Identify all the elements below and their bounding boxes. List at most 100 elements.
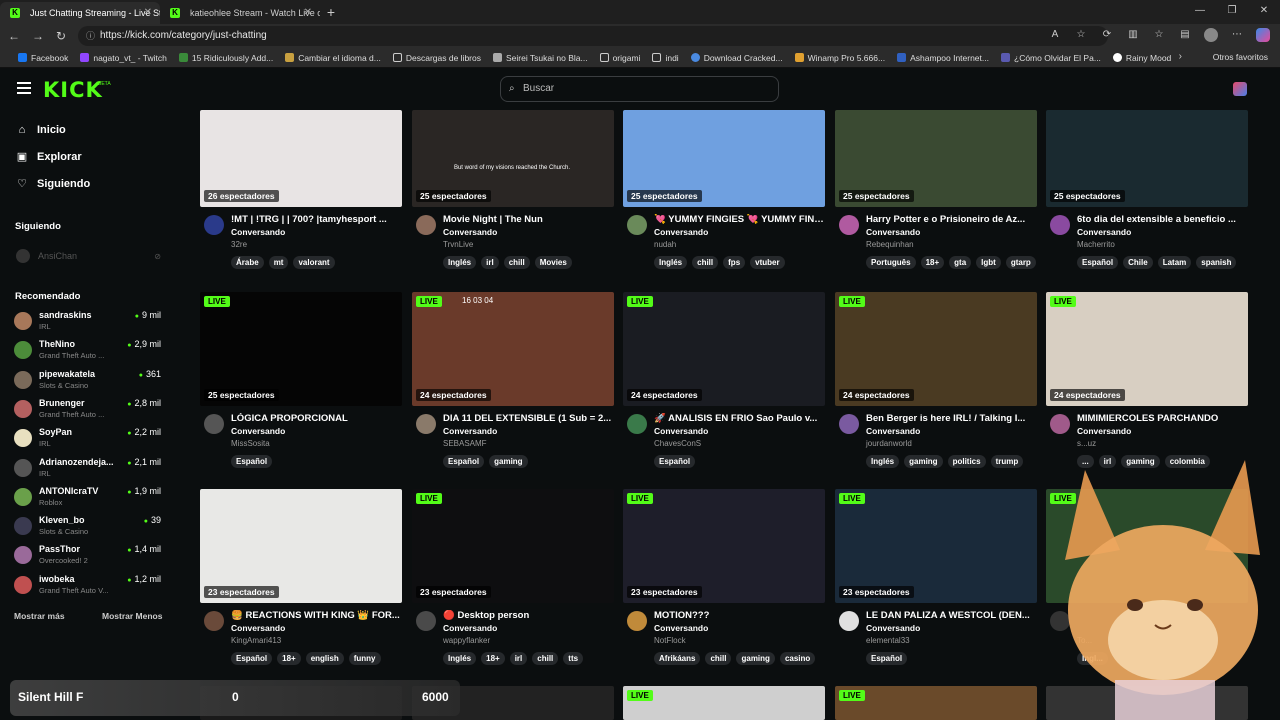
stream-thumbnail[interactable]: 23 espectadores [200, 489, 402, 603]
stream-thumbnail[interactable]: 25 espectadores [835, 110, 1037, 207]
stream-category[interactable]: Conversando [654, 623, 708, 633]
tag-chip[interactable]: 18+ [481, 652, 505, 665]
close-tab-icon[interactable]: ✕ [304, 2, 312, 24]
stream-title[interactable]: LE DAN PALIZA A WESTCOL (DEN... [866, 610, 1038, 621]
menu-icon[interactable] [17, 82, 31, 94]
tag-chip[interactable]: fps [723, 256, 746, 269]
bookmark-item[interactable]: 15 Ridiculously Add... [173, 53, 279, 63]
nav-home[interactable]: ⌂ Inicio [16, 124, 66, 136]
favorites-icon[interactable]: ☆ [1152, 28, 1166, 42]
other-bookmarks[interactable]: Otros favoritos [1213, 52, 1268, 62]
tag-chip[interactable]: casino [779, 652, 816, 665]
avatar[interactable] [204, 414, 224, 434]
tag-chip[interactable]: trump [990, 455, 1024, 468]
maximize-icon[interactable]: ❐ [1216, 0, 1248, 22]
stream-title[interactable]: 🍔 REACTIONS WITH KING 👑 FOR... [231, 610, 403, 621]
url-field[interactable]: ⓘ https://kick.com/category/just-chattin… [78, 26, 1108, 46]
show-more-button[interactable]: Mostrar más [14, 611, 65, 621]
stream-thumbnail[interactable]: LIVE 24 espectadores [1046, 292, 1248, 406]
avatar[interactable] [627, 611, 647, 631]
bookmark-item[interactable]: nagato_vt_ - Twitch [74, 53, 173, 63]
tag-chip[interactable]: gtarp [1005, 256, 1036, 269]
tag-chip[interactable]: chill [705, 652, 732, 665]
recommended-channel[interactable]: Kleven_boSlots & Casino 39 [14, 515, 164, 541]
stream-thumbnail[interactable]: LIVE 24 espectadores [623, 292, 825, 406]
stream-thumbnail[interactable]: LIVE 24 espectadores [835, 292, 1037, 406]
stream-title[interactable]: Movie Night | The Nun [443, 214, 615, 225]
tag-chip[interactable]: chill [532, 652, 559, 665]
reload-icon[interactable]: ↻ [53, 28, 69, 44]
tag-chip[interactable]: Inglés [866, 455, 900, 468]
stream-category[interactable]: Conversando [1077, 227, 1131, 237]
avatar[interactable] [839, 414, 859, 434]
tag-chip[interactable]: chill [692, 256, 719, 269]
tag-chip[interactable]: Árabe [231, 256, 264, 269]
stream-title[interactable]: 6to dia del extensible a beneficio ... [1077, 214, 1249, 225]
bookmark-item[interactable]: Winamp Pro 5.666... [789, 53, 891, 63]
recommended-channel[interactable]: BrunengerGrand Theft Auto ... 2,8 mil [14, 398, 164, 424]
minimize-icon[interactable]: — [1184, 0, 1216, 22]
tag-chip[interactable]: gaming [489, 455, 528, 468]
avatar[interactable] [839, 215, 859, 235]
bookmark-item[interactable]: Facebook [12, 53, 74, 63]
stream-category[interactable]: Conversando [1077, 426, 1131, 436]
avatar[interactable] [1050, 215, 1070, 235]
streamer-name[interactable]: nudah [654, 240, 676, 249]
avatar[interactable] [416, 414, 436, 434]
avatar[interactable] [204, 215, 224, 235]
streamer-name[interactable]: MissSosita [231, 439, 270, 448]
bookmark-item[interactable]: ¿Cómo Olvidar El Pa... [995, 53, 1107, 63]
stream-thumbnail[interactable]: LIVE 23 espectadores [412, 489, 614, 603]
avatar[interactable] [1050, 414, 1070, 434]
stream-category[interactable]: Conversando [866, 227, 920, 237]
stream-category[interactable]: Conversando [231, 227, 285, 237]
following-channel[interactable]: AnsiChan ⊘ [16, 248, 166, 264]
streamer-name[interactable]: TrvnLive [443, 240, 473, 249]
bookmark-item[interactable]: Ashampoo Internet... [891, 53, 995, 63]
forward-icon[interactable]: → [30, 28, 46, 44]
browser-tab[interactable]: K katieohlee Stream - Watch Live o ✕ [160, 2, 320, 24]
bookmark-item[interactable]: Download Cracked... [685, 53, 789, 63]
streamer-name[interactable]: Rebequinhan [866, 240, 914, 249]
tag-chip[interactable]: Movies [534, 256, 572, 269]
profile-avatar[interactable] [1204, 28, 1218, 42]
stream-title[interactable]: MOTION??? [654, 610, 826, 621]
stream-title[interactable]: !MT | !TRG | | 700? |tamyhesport ... [231, 214, 403, 225]
split-screen-icon[interactable]: ▥ [1126, 28, 1140, 42]
stream-title[interactable]: Ben Berger is here IRL! / Talking I... [866, 413, 1038, 424]
bookmark-item[interactable]: Descargas de libros [387, 53, 487, 63]
streamer-name[interactable]: elemental33 [866, 636, 910, 645]
streamer-name[interactable]: ChavesConS [654, 439, 701, 448]
streamer-name[interactable]: jourdanworld [866, 439, 912, 448]
tag-chip[interactable]: valorant [293, 256, 335, 269]
stream-title[interactable]: DIA 11 DEL EXTENSIBLE (1 Sub = 2... [443, 413, 615, 424]
stream-category[interactable]: Conversando [654, 227, 708, 237]
nav-following[interactable]: ♡ Siguiendo [16, 178, 90, 190]
stream-title[interactable]: 🔴 Desktop person [443, 610, 615, 621]
close-window-icon[interactable]: ✕ [1248, 0, 1280, 22]
streamer-name[interactable]: NotFlock [654, 636, 686, 645]
read-aloud-icon[interactable]: A [1048, 28, 1062, 42]
tag-chip[interactable]: gaming [736, 652, 775, 665]
stream-title[interactable]: 💘 YUMMY FINGIES 💘 YUMMY FINGI... [654, 214, 826, 225]
stream-category[interactable]: Conversando [443, 426, 497, 436]
recommended-channel[interactable]: Adrianozendeja...IRL 2,1 mil [14, 457, 164, 483]
streamer-name[interactable]: KingAmari413 [231, 636, 281, 645]
stream-category[interactable]: Conversando [654, 426, 708, 436]
stream-thumbnail[interactable]: 26 espectadores [200, 110, 402, 207]
streamer-name[interactable]: wappyflanker [443, 636, 490, 645]
bookmark-item[interactable]: Rainy Mood [1107, 53, 1177, 63]
stream-thumbnail[interactable]: LIVE 23 espectadores [835, 489, 1037, 603]
streamer-name[interactable]: SEBASAMF [443, 439, 487, 448]
kick-logo[interactable]: KICK [43, 78, 103, 102]
tag-chip[interactable]: funny [348, 652, 381, 665]
tag-chip[interactable]: lgbt [976, 256, 1001, 269]
recommended-channel[interactable]: TheNinoGrand Theft Auto ... 2,9 mil [14, 339, 164, 365]
tag-chip[interactable]: Inglés [654, 256, 688, 269]
avatar[interactable] [416, 215, 436, 235]
stream-category[interactable]: Conversando [231, 623, 285, 633]
recommended-channel[interactable]: sandraskins IRL 9 mil [14, 310, 164, 336]
extensions-icon[interactable]: ⟳ [1100, 28, 1114, 42]
back-icon[interactable]: ← [6, 28, 22, 44]
tag-chip[interactable]: Español [866, 652, 908, 665]
